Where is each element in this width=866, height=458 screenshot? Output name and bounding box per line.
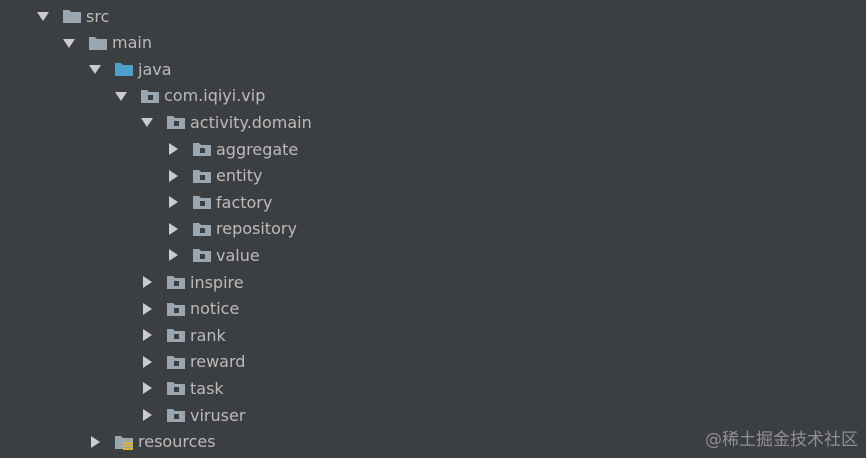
triangle-right-icon[interactable] [166, 169, 180, 183]
triangle-down-icon[interactable] [36, 9, 50, 23]
triangle-right-icon[interactable] [140, 328, 154, 342]
tree-node-repository[interactable]: repository [166, 216, 297, 242]
tree-node-label: java [138, 59, 172, 79]
triangle-right-icon[interactable] [140, 408, 154, 422]
package-folder-icon [192, 246, 212, 264]
triangle-right-icon[interactable] [166, 248, 180, 262]
tree-node-label: activity.domain [190, 112, 312, 132]
triangle-right-icon[interactable] [140, 381, 154, 395]
package-folder-icon [166, 300, 186, 318]
tree-node-inspire[interactable]: inspire [140, 269, 244, 295]
tree-node-label: reward [190, 352, 246, 372]
package-folder-icon [140, 87, 160, 105]
tree-node-label: main [112, 33, 152, 53]
tree-node-label: notice [190, 299, 240, 319]
triangle-right-icon[interactable] [166, 222, 180, 236]
triangle-right-icon[interactable] [166, 142, 180, 156]
package-folder-icon [166, 353, 186, 371]
tree-node-notice[interactable]: notice [140, 296, 239, 322]
package-folder-icon [166, 406, 186, 424]
tree-node-label: repository [216, 219, 297, 239]
tree-node-label: aggregate [216, 139, 299, 159]
watermark: @稀土掘金技术社区 [705, 430, 858, 450]
project-tree: src main java com.iqiyi.vip activity.domain a… [0, 0, 866, 458]
package-folder-icon [166, 113, 186, 131]
package-folder-icon [166, 379, 186, 397]
tree-node-task[interactable]: task [140, 375, 224, 401]
tree-node-label: viruser [190, 405, 246, 425]
tree-node-value[interactable]: value [166, 242, 260, 268]
tree-node-activity-domain[interactable]: activity.domain [140, 109, 312, 135]
triangle-down-icon[interactable] [88, 62, 102, 76]
triangle-right-icon[interactable] [166, 195, 180, 209]
tree-node-rank[interactable]: rank [140, 322, 226, 348]
package-folder-icon [166, 273, 186, 291]
tree-node-reward[interactable]: reward [140, 349, 245, 375]
triangle-right-icon[interactable] [140, 355, 154, 369]
tree-node-java[interactable]: java [88, 56, 172, 82]
package-folder-icon [192, 140, 212, 158]
triangle-down-icon[interactable] [62, 36, 76, 50]
tree-node-src[interactable]: src [36, 3, 109, 29]
tree-node-label: factory [216, 192, 273, 212]
tree-node-label: rank [190, 325, 226, 345]
tree-node-viruser[interactable]: viruser [140, 402, 245, 428]
tree-node-label: entity [216, 166, 263, 186]
tree-node-aggregate[interactable]: aggregate [166, 136, 298, 162]
package-folder-icon [192, 220, 212, 238]
tree-node-entity[interactable]: entity [166, 163, 262, 189]
tree-node-resources[interactable]: resources [88, 429, 216, 455]
tree-node-label: com.iqiyi.vip [164, 86, 266, 106]
triangle-down-icon[interactable] [140, 115, 154, 129]
triangle-right-icon[interactable] [140, 275, 154, 289]
package-folder-icon [192, 193, 212, 211]
package-folder-icon [166, 326, 186, 344]
tree-node-label: src [86, 6, 110, 26]
tree-node-label: task [190, 378, 224, 398]
package-folder-icon [192, 167, 212, 185]
tree-node-label: value [216, 245, 260, 265]
folder-icon [88, 34, 108, 52]
tree-node-com-iqiyi-vip[interactable]: com.iqiyi.vip [114, 83, 265, 109]
tree-node-factory[interactable]: factory [166, 189, 272, 215]
triangle-down-icon[interactable] [114, 89, 128, 103]
resources-folder-icon [114, 433, 134, 451]
tree-node-label: resources [138, 432, 216, 452]
folder-icon [62, 7, 82, 25]
tree-node-main[interactable]: main [62, 30, 152, 56]
triangle-right-icon[interactable] [140, 302, 154, 316]
tree-node-label: inspire [190, 272, 244, 292]
source-root-folder-icon [114, 60, 134, 78]
triangle-right-icon[interactable] [88, 435, 102, 449]
